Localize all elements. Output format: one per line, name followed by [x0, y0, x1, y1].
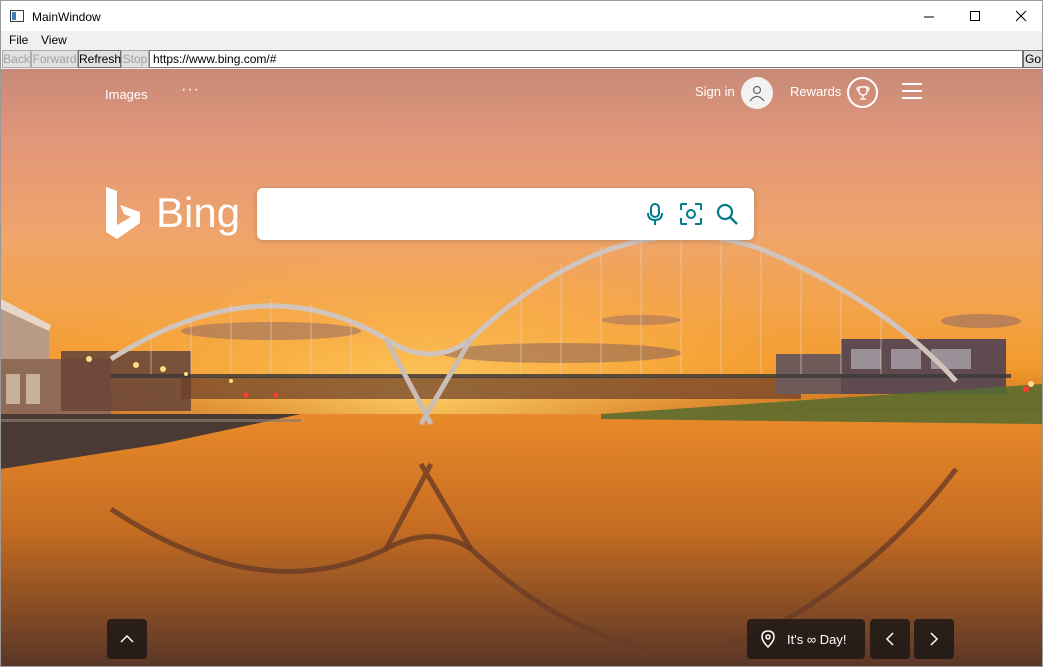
sign-in-link[interactable]: Sign in [695, 84, 735, 99]
close-icon [1015, 10, 1027, 22]
back-button[interactable]: Back [2, 50, 31, 68]
maximize-icon [969, 10, 980, 21]
bing-logo[interactable]: Bing [104, 187, 240, 239]
rewards-link[interactable]: Rewards [790, 84, 841, 99]
microphone-button[interactable] [641, 200, 669, 228]
minimize-button[interactable] [906, 1, 952, 31]
maximize-button[interactable] [952, 1, 998, 31]
minimize-icon [923, 16, 934, 17]
hamburger-icon[interactable] [902, 83, 922, 99]
chevron-up-icon [120, 634, 134, 643]
window-border-left [0, 69, 1, 667]
rewards-button[interactable] [847, 77, 878, 108]
scroll-up-button[interactable] [107, 619, 147, 659]
trophy-icon [855, 85, 870, 100]
navigation-bar: Back Forward Refresh Stop https://www.bi… [0, 49, 1043, 69]
visual-search-button[interactable] [677, 200, 705, 228]
menu-view[interactable]: View [41, 33, 67, 47]
chevron-left-icon [885, 632, 894, 646]
search-button[interactable] [713, 200, 741, 228]
close-button[interactable] [998, 1, 1043, 31]
menu-bar: File View [0, 31, 1043, 49]
forward-button[interactable]: Forward [31, 50, 78, 68]
web-view: Images ··· Sign in Rewards Bing It's ∞ D… [1, 69, 1042, 666]
background-photo [1, 233, 1042, 666]
search-input[interactable] [271, 200, 631, 228]
search-box[interactable] [257, 188, 754, 240]
more-menu[interactable]: ··· [181, 81, 200, 99]
chevron-right-icon [930, 632, 939, 646]
images-link[interactable]: Images [105, 87, 148, 102]
bing-wordmark: Bing [156, 189, 241, 236]
avatar[interactable] [741, 77, 773, 109]
bing-logo-icon [106, 187, 140, 239]
user-icon [749, 85, 765, 102]
title-bar: MainWindow [0, 0, 1043, 31]
next-image-button[interactable] [914, 619, 954, 659]
search-icon [716, 203, 738, 225]
address-bar[interactable]: https://www.bing.com/# [149, 50, 1023, 68]
window-title: MainWindow [32, 10, 101, 24]
refresh-button[interactable]: Refresh [78, 50, 121, 68]
image-info-button[interactable]: It's ∞ Day! [747, 619, 865, 659]
visual-search-icon [680, 203, 702, 225]
stop-button[interactable]: Stop [121, 50, 149, 68]
previous-image-button[interactable] [870, 619, 910, 659]
location-pin-icon [761, 630, 775, 648]
go-button[interactable]: Go [1023, 50, 1043, 68]
image-info-label: It's ∞ Day! [787, 631, 847, 647]
app-icon [10, 10, 24, 22]
menu-file[interactable]: File [9, 33, 28, 47]
microphone-icon [647, 203, 663, 225]
